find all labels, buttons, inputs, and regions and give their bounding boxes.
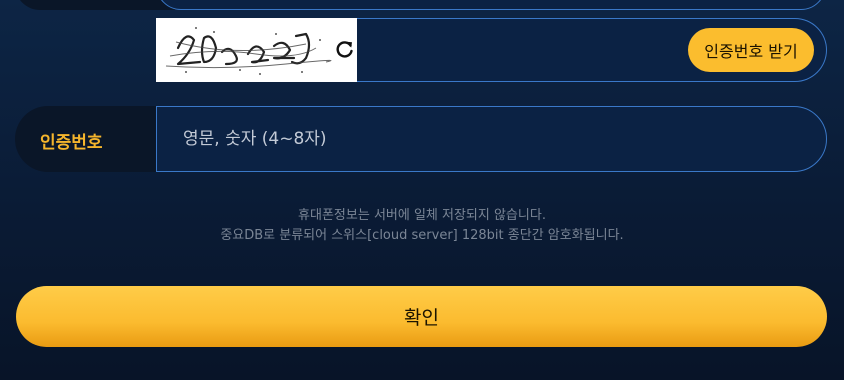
captcha-image: [156, 18, 357, 82]
previous-field-label-box: [15, 0, 175, 10]
confirm-button[interactable]: 확인: [16, 286, 827, 347]
notice-line-2: 중요DB로 분류되어 스위스[cloud server] 128bit 종단간 …: [220, 228, 624, 243]
captcha-distorted-text: [156, 18, 357, 82]
notice-line-1: 휴대폰정보는 서버에 일체 저장되지 않습니다.: [298, 208, 546, 223]
previous-field-input[interactable]: [156, 0, 826, 10]
request-code-button[interactable]: 인증번호 받기: [688, 28, 814, 72]
verification-field: [156, 106, 827, 172]
refresh-icon[interactable]: [332, 36, 358, 62]
verification-label: 인증번호: [40, 133, 103, 153]
verification-code-input[interactable]: [157, 107, 826, 171]
